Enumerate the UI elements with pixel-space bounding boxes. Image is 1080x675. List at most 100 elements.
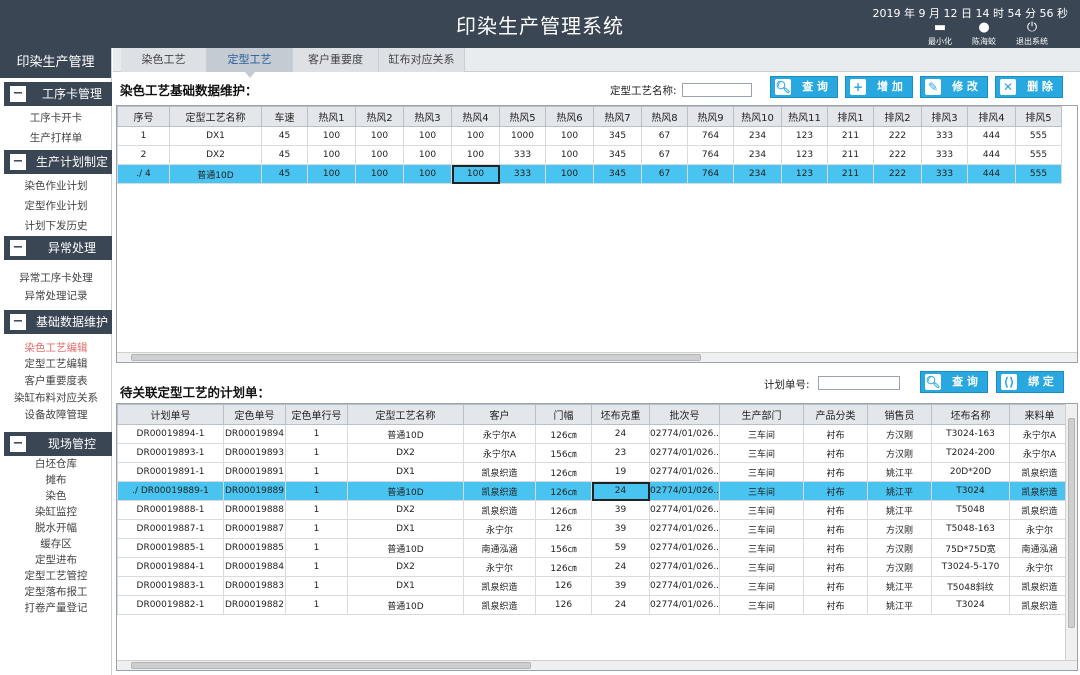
table-cell[interactable]: 衬布 xyxy=(803,424,868,444)
table-cell[interactable]: 24 xyxy=(591,424,650,444)
table-row[interactable]: DR00019887-1 DR00019887 1 DX1 永宁尔 126 39 02774/… xyxy=(117,519,1070,539)
table-cell[interactable]: 100 xyxy=(307,145,356,165)
table-cell[interactable]: 方汉刚 xyxy=(867,424,932,444)
table-cell[interactable]: T2024-200 xyxy=(931,443,1010,463)
table-cell[interactable]: T5048斜纹 xyxy=(931,576,1010,596)
column-header[interactable]: 门幅 xyxy=(535,404,592,425)
table-cell[interactable]: 126 xyxy=(535,519,592,539)
table-cell[interactable]: 三车间 xyxy=(719,576,804,596)
table-cell[interactable]: 100 xyxy=(307,164,356,184)
table-cell[interactable]: 59 xyxy=(591,538,650,558)
table-cell[interactable]: DR00019884 xyxy=(223,557,286,577)
table-cell[interactable]: 姚江平 xyxy=(867,462,932,482)
column-header[interactable]: 定型工艺名称 xyxy=(169,106,262,127)
table-cell[interactable]: 02774/01/026... xyxy=(649,443,720,463)
table-cell[interactable]: DR00019883-1 xyxy=(117,576,224,596)
table-cell[interactable]: 永宁尔 xyxy=(1009,519,1070,539)
table-cell[interactable]: 126㎝ xyxy=(535,462,592,482)
table-cell[interactable]: T3024-163 xyxy=(931,424,1010,444)
table-cell[interactable]: 100 xyxy=(307,126,356,146)
table-cell[interactable]: 100 xyxy=(545,164,594,184)
table-cell[interactable]: 2 xyxy=(117,145,170,165)
table-cell[interactable]: 凯泉织造 xyxy=(463,595,536,615)
table-cell[interactable]: 24 xyxy=(591,595,650,615)
table-cell[interactable]: 1 xyxy=(285,576,348,596)
table-cell[interactable]: 345 xyxy=(593,145,642,165)
table-row[interactable]: DR00019888-1 DR00019888 1 DX2 凯泉织造 126㎝ 39 0277… xyxy=(117,500,1070,520)
sidebar-item[interactable]: 摊布 xyxy=(0,472,112,488)
table-cell[interactable]: 39 xyxy=(591,576,650,596)
table-row[interactable]: DR00019882-1 DR00019882 1 普通10D 凯泉织造 126 24 027… xyxy=(117,595,1070,615)
table-row[interactable]: 1 DX1 45 100 100 100 100 1000 100 345 67 764 234 123 2… xyxy=(117,126,1062,146)
table-cell[interactable]: 45 xyxy=(261,126,308,146)
table-cell[interactable]: 126㎝ xyxy=(535,424,592,444)
table-cell[interactable]: 100 xyxy=(451,126,500,146)
collapse-icon[interactable]: − xyxy=(10,436,26,452)
table-cell[interactable]: 333 xyxy=(499,145,546,165)
table-cell[interactable]: 555 xyxy=(1015,126,1062,146)
add-button[interactable]: + 增 加 xyxy=(845,76,913,98)
table-cell[interactable]: 234 xyxy=(733,126,782,146)
table-cell[interactable]: 222 xyxy=(873,126,922,146)
column-header[interactable]: 坯布克重 xyxy=(591,404,650,425)
column-header[interactable]: 产品分类 xyxy=(803,404,868,425)
table-cell[interactable]: 126㎝ xyxy=(535,557,592,577)
sidebar-item[interactable]: 定型工艺管控 xyxy=(0,568,112,584)
table-cell[interactable]: 方汉刚 xyxy=(867,538,932,558)
plan-no-input[interactable] xyxy=(818,376,900,390)
table-cell[interactable]: DR00019885 xyxy=(223,538,286,558)
table-cell[interactable]: 衬布 xyxy=(803,462,868,482)
table-cell[interactable]: 23 xyxy=(591,443,650,463)
table-cell[interactable]: 永宁尔A xyxy=(463,443,536,463)
table-cell[interactable]: 211 xyxy=(827,164,874,184)
table-cell[interactable]: 姚江平 xyxy=(867,481,932,501)
table-cell[interactable]: 凯泉织造 xyxy=(463,500,536,520)
table-cell[interactable]: 普通10D xyxy=(347,538,464,558)
table-cell[interactable]: 永宁尔 xyxy=(463,557,536,577)
table-cell[interactable]: 19 xyxy=(591,462,650,482)
table-cell[interactable]: 02774/01/026... xyxy=(649,462,720,482)
table-cell[interactable]: DR00019882 xyxy=(223,595,286,615)
table-cell[interactable]: T5048-163 xyxy=(931,519,1010,539)
table-cell[interactable]: 三车间 xyxy=(719,538,804,558)
table-cell[interactable]: 方汉刚 xyxy=(867,557,932,577)
table-cell[interactable]: 衬布 xyxy=(803,576,868,596)
column-header[interactable]: 定色单行号 xyxy=(285,404,348,425)
tab-vat-fabric-relation[interactable]: 缸布对应关系 xyxy=(379,48,465,72)
table-cell[interactable]: 姚江平 xyxy=(867,576,932,596)
table-cell[interactable]: 凯泉织造 xyxy=(1009,481,1070,501)
table-cell[interactable]: DR00019885-1 xyxy=(117,538,224,558)
table-cell[interactable]: 凯泉织造 xyxy=(1009,462,1070,482)
query-button[interactable]: 🔍︎ 查 询 xyxy=(770,76,838,98)
table-cell[interactable]: 1000 xyxy=(499,126,546,146)
sidebar-item[interactable]: 异常处理记录 xyxy=(0,288,112,304)
tab-dyeing-process[interactable]: 染色工艺 xyxy=(121,48,207,72)
minimize-button[interactable]: ▬ 最小化 xyxy=(918,20,962,47)
table-row[interactable]: DR00019891-1 DR00019891 1 DX1 凯泉织造 126㎝ 19 0277… xyxy=(117,462,1070,482)
process-grid-hscrollbar[interactable] xyxy=(117,352,1077,362)
table-cell[interactable]: 1 xyxy=(285,500,348,520)
column-header[interactable]: 热风10 xyxy=(733,106,782,127)
table-cell[interactable]: DX2 xyxy=(347,557,464,577)
table-cell[interactable]: 02774/01/026... xyxy=(649,519,720,539)
table-cell[interactable]: 02774/01/026... xyxy=(649,424,720,444)
table-row[interactable]: DR00019893-1 DR00019893 1 DX2 永宁尔A 156㎝ 23 0277… xyxy=(117,443,1070,463)
table-cell[interactable]: 444 xyxy=(967,126,1016,146)
sidebar-item[interactable]: 工序卡开卡 xyxy=(0,110,112,126)
table-row[interactable]: DR00019884-1 DR00019884 1 DX2 永宁尔 126㎝ 24 02774… xyxy=(117,557,1070,577)
table-cell[interactable]: 凯泉织造 xyxy=(1009,576,1070,596)
sidebar-item[interactable]: 打卷产量登记 xyxy=(0,600,112,616)
table-cell[interactable]: 100 xyxy=(355,164,404,184)
table-cell[interactable]: 永宁尔 xyxy=(1009,557,1070,577)
table-cell[interactable]: 555 xyxy=(1015,145,1062,165)
table-cell[interactable]: 45 xyxy=(261,145,308,165)
table-cell[interactable]: 100 xyxy=(451,145,500,165)
column-header[interactable]: 定色单号 xyxy=(223,404,286,425)
table-cell[interactable]: 333 xyxy=(499,164,546,184)
column-header[interactable]: 排风3 xyxy=(921,106,968,127)
table-cell[interactable]: 222 xyxy=(873,164,922,184)
sidebar-item[interactable]: 染色作业计划 xyxy=(0,178,112,194)
table-cell[interactable]: 凯泉织造 xyxy=(463,481,536,501)
column-header[interactable]: 批次号 xyxy=(649,404,720,425)
table-cell[interactable]: 39 xyxy=(591,519,650,539)
